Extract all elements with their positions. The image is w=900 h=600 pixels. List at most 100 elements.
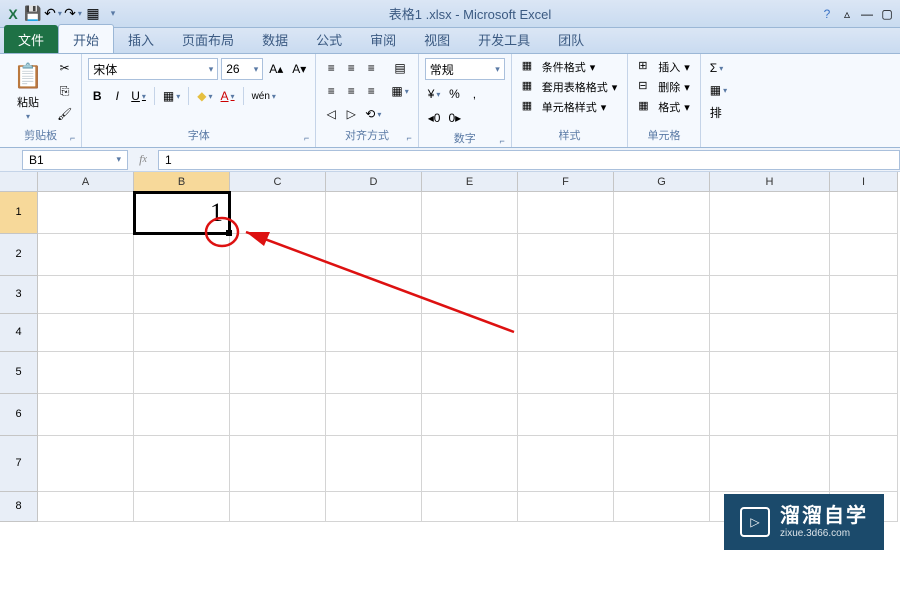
cell[interactable] bbox=[614, 492, 710, 522]
cell[interactable] bbox=[422, 276, 518, 314]
cell[interactable] bbox=[830, 394, 898, 436]
col-header-e[interactable]: E bbox=[422, 172, 518, 192]
delete-cells-button[interactable]: ⊟删除 ▾ bbox=[634, 78, 694, 96]
cell[interactable] bbox=[422, 352, 518, 394]
cell[interactable] bbox=[710, 314, 830, 352]
tab-formulas[interactable]: 公式 bbox=[302, 25, 356, 53]
tab-file[interactable]: 文件 bbox=[4, 25, 58, 53]
cell[interactable] bbox=[518, 276, 614, 314]
cell[interactable] bbox=[326, 436, 422, 492]
cell[interactable] bbox=[326, 352, 422, 394]
orientation-button[interactable]: ⟲ bbox=[362, 104, 384, 124]
fill-handle[interactable] bbox=[226, 230, 232, 236]
font-color-button[interactable]: A bbox=[218, 86, 238, 106]
sort-filter-button[interactable]: 排 bbox=[707, 102, 725, 122]
cell[interactable] bbox=[38, 436, 134, 492]
grid-body[interactable]: 112345678 bbox=[0, 192, 900, 522]
cell[interactable] bbox=[38, 234, 134, 276]
cut-button[interactable]: ✂ bbox=[54, 58, 75, 78]
tab-data[interactable]: 数据 bbox=[248, 25, 302, 53]
worksheet[interactable]: A B C D E F G H I 112345678 bbox=[0, 172, 900, 522]
cell[interactable] bbox=[422, 192, 518, 234]
cell[interactable] bbox=[710, 192, 830, 234]
cell[interactable] bbox=[518, 192, 614, 234]
cell[interactable] bbox=[422, 492, 518, 522]
cell[interactable] bbox=[830, 436, 898, 492]
grow-font-button[interactable]: A▴ bbox=[266, 59, 286, 79]
increase-indent-button[interactable]: ▷ bbox=[342, 104, 360, 124]
row-header[interactable]: 5 bbox=[0, 352, 38, 394]
cell[interactable] bbox=[518, 234, 614, 276]
cell[interactable] bbox=[134, 394, 230, 436]
tab-view[interactable]: 视图 bbox=[410, 25, 464, 53]
increase-decimal-button[interactable]: ◂0 bbox=[425, 108, 444, 128]
cell[interactable] bbox=[614, 276, 710, 314]
cell[interactable] bbox=[134, 492, 230, 522]
cell[interactable] bbox=[326, 314, 422, 352]
col-header-i[interactable]: I bbox=[830, 172, 898, 192]
conditional-formatting-button[interactable]: ▦条件格式 ▾ bbox=[518, 58, 600, 76]
row-header[interactable]: 4 bbox=[0, 314, 38, 352]
row-header[interactable]: 2 bbox=[0, 234, 38, 276]
align-center-button[interactable]: ≡ bbox=[342, 81, 360, 101]
cell[interactable] bbox=[830, 276, 898, 314]
col-header-h[interactable]: H bbox=[710, 172, 830, 192]
tab-page-layout[interactable]: 页面布局 bbox=[168, 25, 248, 53]
row-header[interactable]: 7 bbox=[0, 436, 38, 492]
cell[interactable] bbox=[614, 314, 710, 352]
cell[interactable] bbox=[230, 492, 326, 522]
cell[interactable] bbox=[230, 436, 326, 492]
paste-button[interactable]: 📋 粘贴 ▾ bbox=[6, 58, 50, 123]
cell[interactable] bbox=[38, 314, 134, 352]
restore-button[interactable]: ▢ bbox=[878, 4, 896, 24]
cell[interactable] bbox=[830, 352, 898, 394]
fx-button[interactable]: fx bbox=[134, 151, 152, 169]
phonetic-button[interactable]: wén bbox=[249, 86, 279, 106]
cell[interactable] bbox=[518, 314, 614, 352]
launcher-icon[interactable]: ⌐ bbox=[406, 133, 411, 143]
cell[interactable] bbox=[326, 234, 422, 276]
launcher-icon[interactable]: ⌐ bbox=[499, 136, 504, 146]
row-header[interactable]: 1 bbox=[0, 192, 38, 234]
percent-button[interactable]: % bbox=[445, 84, 463, 104]
cell-styles-button[interactable]: ▦单元格样式 ▾ bbox=[518, 98, 611, 116]
fill-color-button[interactable]: ◆ bbox=[194, 86, 215, 106]
align-top-button[interactable]: ≡ bbox=[322, 58, 340, 78]
minimize-ribbon-icon[interactable]: ▵ bbox=[838, 4, 856, 24]
tab-team[interactable]: 团队 bbox=[544, 25, 598, 53]
tab-review[interactable]: 审阅 bbox=[356, 25, 410, 53]
cell[interactable] bbox=[38, 192, 134, 234]
cell[interactable] bbox=[830, 314, 898, 352]
decrease-indent-button[interactable]: ◁ bbox=[322, 104, 340, 124]
cell[interactable] bbox=[710, 234, 830, 276]
cell[interactable] bbox=[134, 436, 230, 492]
cell[interactable] bbox=[614, 394, 710, 436]
undo-button[interactable]: ↶ bbox=[44, 5, 62, 23]
col-header-f[interactable]: F bbox=[518, 172, 614, 192]
align-right-button[interactable]: ≡ bbox=[362, 81, 380, 101]
tab-insert[interactable]: 插入 bbox=[114, 25, 168, 53]
border-button[interactable]: ▦ bbox=[160, 86, 183, 106]
cell[interactable] bbox=[134, 234, 230, 276]
save-icon[interactable]: 💾 bbox=[24, 5, 42, 23]
cell[interactable] bbox=[134, 314, 230, 352]
format-as-table-button[interactable]: ▦套用表格格式 ▾ bbox=[518, 78, 622, 96]
col-header-d[interactable]: D bbox=[326, 172, 422, 192]
tab-home[interactable]: 开始 bbox=[58, 24, 114, 53]
cell[interactable] bbox=[38, 492, 134, 522]
fill-button[interactable]: ▦ bbox=[707, 80, 730, 100]
cell[interactable] bbox=[326, 192, 422, 234]
cell[interactable] bbox=[518, 492, 614, 522]
cell[interactable] bbox=[230, 192, 326, 234]
autosum-button[interactable]: Σ bbox=[707, 58, 726, 78]
cell[interactable] bbox=[518, 436, 614, 492]
format-painter-button[interactable]: 🖌 bbox=[54, 104, 75, 124]
select-all-corner[interactable] bbox=[0, 172, 38, 192]
italic-button[interactable]: I bbox=[108, 86, 126, 106]
cell[interactable] bbox=[710, 394, 830, 436]
cell[interactable] bbox=[614, 192, 710, 234]
cell[interactable] bbox=[38, 394, 134, 436]
launcher-icon[interactable]: ⌐ bbox=[304, 133, 309, 143]
cell[interactable] bbox=[614, 436, 710, 492]
cell[interactable] bbox=[230, 352, 326, 394]
